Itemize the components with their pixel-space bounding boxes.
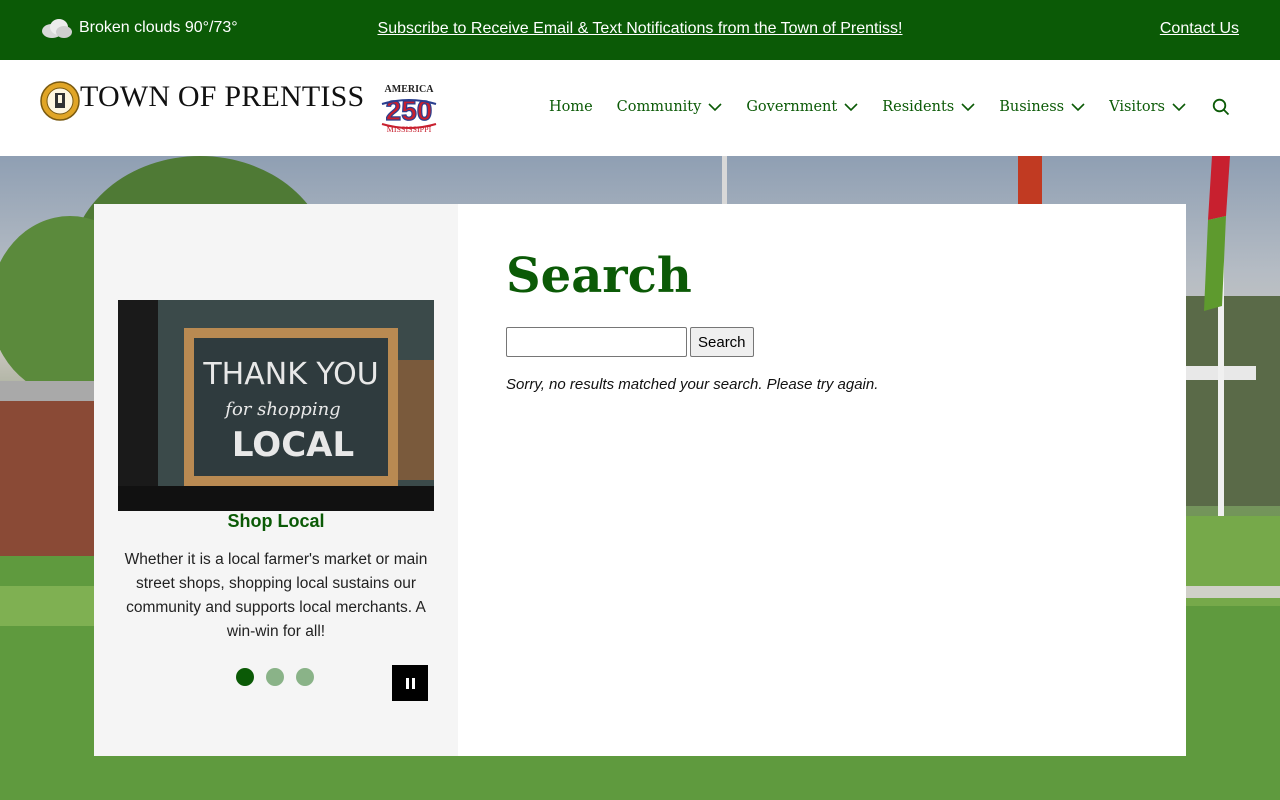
nav-government[interactable]: Government — [746, 99, 858, 115]
pause-icon-bar — [411, 677, 415, 689]
search-button[interactable]: Search — [690, 327, 754, 357]
badge-bottom-text: MISSISSIPPI — [387, 125, 432, 134]
chevron-down-icon — [1071, 103, 1085, 112]
slide-image-text-1: THANK YOU — [202, 357, 378, 392]
nav-business-label: Business — [999, 99, 1065, 115]
pause-button[interactable] — [392, 665, 428, 701]
contact-us-link[interactable]: Contact Us — [1160, 20, 1239, 37]
main-nav: Home Community Government Residents Busi… — [549, 98, 1230, 116]
slide-title[interactable]: Shop Local — [94, 511, 458, 532]
nav-home[interactable]: Home — [549, 99, 593, 115]
nav-community-label: Community — [616, 99, 702, 115]
slide-dot-1[interactable] — [236, 668, 254, 686]
contact-wrapper: Contact Us — [1160, 20, 1239, 38]
slide-dots — [236, 668, 326, 686]
nav-residents-label: Residents — [882, 99, 955, 115]
subscribe-banner: Subscribe to Receive Email & Text Notifi… — [0, 20, 1280, 38]
slide-image[interactable]: THANK YOU for shopping LOCAL — [118, 300, 434, 511]
chevron-down-icon — [961, 103, 975, 112]
content-card: THANK YOU for shopping LOCAL Shop Local … — [94, 204, 1186, 756]
search-icon[interactable] — [1212, 98, 1230, 116]
subscribe-link[interactable]: Subscribe to Receive Email & Text Notifi… — [378, 20, 903, 37]
nav-business[interactable]: Business — [999, 99, 1085, 115]
chevron-down-icon — [708, 103, 722, 112]
nav-visitors[interactable]: Visitors — [1109, 99, 1186, 115]
pause-icon-bar — [405, 677, 409, 689]
search-form: Search — [506, 327, 754, 357]
nav-government-label: Government — [746, 99, 838, 115]
slide-image-text-3: LOCAL — [232, 425, 354, 465]
slide-dot-3[interactable] — [296, 668, 314, 686]
page-title: Search — [506, 248, 692, 304]
search-main: Search Search Sorry, no results matched … — [506, 204, 1186, 756]
slide-dot-2[interactable] — [266, 668, 284, 686]
site-name[interactable]: TOWN OF PRENTISS — [80, 80, 364, 114]
chevron-down-icon — [844, 103, 858, 112]
nav-residents[interactable]: Residents — [882, 99, 975, 115]
slideshow-panel: THANK YOU for shopping LOCAL Shop Local … — [94, 204, 458, 756]
badge-top-text: AMERICA — [385, 84, 435, 95]
no-results-message: Sorry, no results matched your search. P… — [506, 376, 879, 393]
nav-community[interactable]: Community — [617, 99, 723, 115]
chevron-down-icon — [1172, 103, 1186, 112]
town-seal-logo[interactable] — [40, 81, 80, 121]
nav-visitors-label: Visitors — [1109, 99, 1165, 115]
nav-home-label: Home — [548, 99, 593, 115]
site-header: TOWN OF PRENTISS AMERICA 250 MISSISSIPPI… — [0, 60, 1280, 156]
slide-text: Whether it is a local farmer's market or… — [124, 551, 428, 640]
top-bar: Broken clouds 90°/73° Subscribe to Recei… — [0, 0, 1280, 60]
search-input[interactable] — [506, 327, 687, 357]
slide-image-text-2: for shopping — [223, 399, 340, 420]
america-250-logo: AMERICA 250 MISSISSIPPI — [381, 84, 437, 134]
